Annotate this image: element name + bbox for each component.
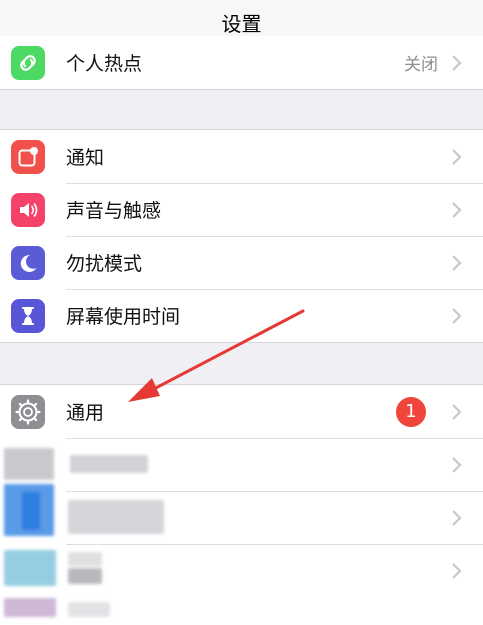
- notifications-group: 通知 声音与触感 勿扰模式 屏幕使用时间: [0, 129, 483, 343]
- hotspot-icon: [11, 45, 45, 80]
- settings-row-general[interactable]: 通用 1: [0, 385, 483, 438]
- settings-row-label: 勿扰模式: [66, 253, 143, 275]
- hotspot-group: 个人热点 关闭: [0, 36, 483, 90]
- settings-row-sounds-haptics[interactable]: 声音与触感: [0, 183, 483, 236]
- settings-row-label: 声音与触感: [66, 200, 162, 222]
- chevron-right-icon: [452, 562, 462, 579]
- gear-icon: [11, 394, 45, 429]
- chevron-right-icon: [452, 148, 462, 165]
- settings-row-label: 通用: [66, 402, 105, 424]
- notifications-icon: [11, 139, 45, 174]
- settings-row-personal-hotspot[interactable]: 个人热点 关闭: [0, 36, 483, 89]
- chevron-right-icon: [452, 54, 462, 71]
- speaker-icon: [11, 192, 45, 227]
- update-badge: 1: [396, 396, 426, 427]
- settings-row-do-not-disturb[interactable]: 勿扰模式: [0, 236, 483, 289]
- settings-row-label: 个人热点: [66, 53, 143, 75]
- chevron-right-icon: [452, 456, 462, 473]
- settings-row-screen-time[interactable]: 屏幕使用时间: [0, 289, 483, 342]
- settings-row-notifications[interactable]: 通知: [0, 130, 483, 183]
- chevron-right-icon: [452, 307, 462, 324]
- chevron-right-icon: [452, 201, 462, 218]
- settings-row-label: 屏幕使用时间: [66, 306, 181, 328]
- settings-row-label: 通知: [66, 147, 105, 169]
- moon-icon: [11, 245, 45, 280]
- page-title: 设置: [221, 11, 262, 36]
- chevron-right-icon: [452, 254, 462, 271]
- chevron-right-icon: [452, 509, 462, 526]
- chevron-right-icon: [452, 403, 462, 420]
- hourglass-icon: [11, 298, 45, 333]
- hotspot-status-value: 关闭: [404, 55, 438, 75]
